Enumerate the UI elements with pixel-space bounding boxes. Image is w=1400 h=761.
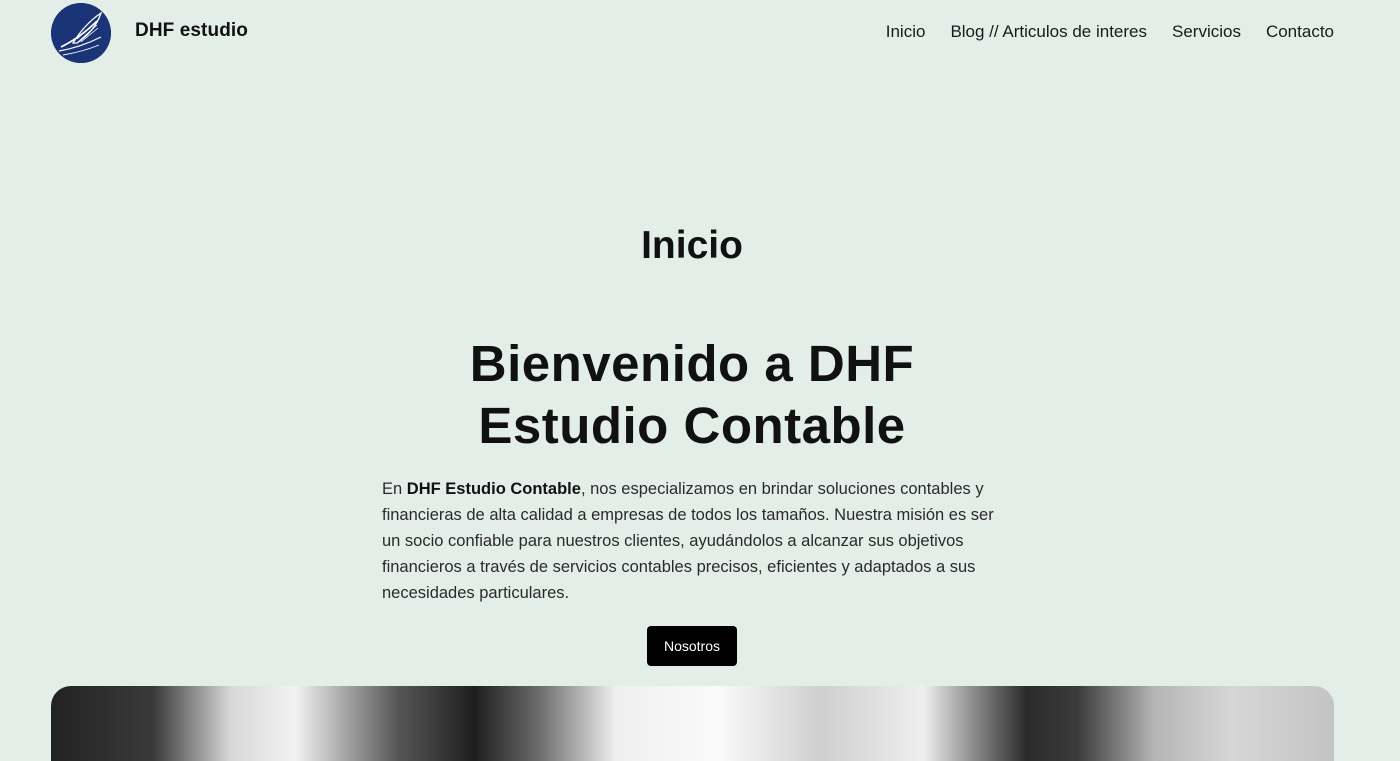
- nav-item-contacto[interactable]: Contacto: [1266, 22, 1334, 42]
- intro-paragraph: En DHF Estudio Contable, nos especializa…: [382, 476, 1012, 606]
- hero-title: Bienvenido a DHF Estudio Contable: [469, 335, 915, 454]
- quill-pen-logo-icon: [51, 3, 111, 63]
- intro-text: , nos especializamos en brindar solucion…: [382, 480, 994, 602]
- site-title-link[interactable]: DHF estudio: [135, 20, 248, 42]
- nav-item-blog[interactable]: Blog // Articulos de interes: [950, 22, 1147, 42]
- nav-item-inicio[interactable]: Inicio: [886, 22, 926, 42]
- site-logo[interactable]: [51, 3, 111, 63]
- page: DHF estudio Inicio Blog // Articulos de …: [0, 0, 1400, 761]
- page-title: Inicio: [641, 224, 743, 267]
- main-navigation: Inicio Blog // Articulos de interes Serv…: [886, 22, 1334, 42]
- intro-brand: DHF Estudio Contable: [406, 480, 581, 498]
- intro-prefix: En: [382, 480, 407, 498]
- hero-photo: [51, 686, 1334, 761]
- site-header: DHF estudio Inicio Blog // Articulos de …: [0, 0, 1400, 64]
- nav-item-servicios[interactable]: Servicios: [1172, 22, 1241, 42]
- nosotros-button[interactable]: Nosotros: [647, 626, 737, 666]
